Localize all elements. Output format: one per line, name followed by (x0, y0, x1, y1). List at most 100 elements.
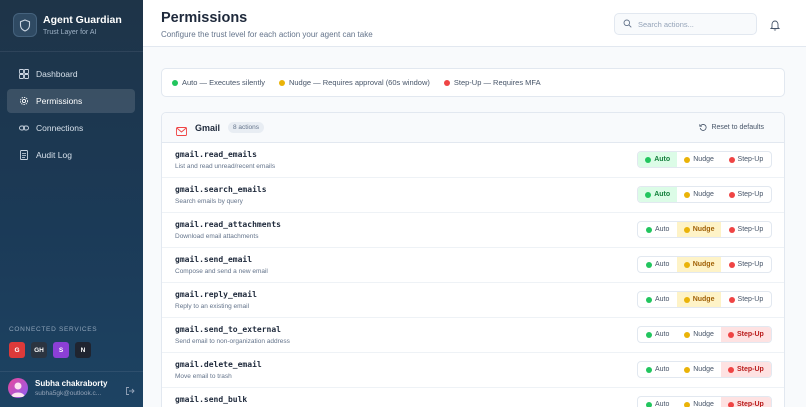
level-step-up-button[interactable]: Step-Up (720, 397, 771, 407)
level-label: Step-Up (737, 191, 764, 198)
sidebar-item-dashboard[interactable]: Dashboard (7, 62, 135, 86)
level-nudge-button[interactable]: Nudge (677, 397, 720, 407)
level-label: Step-Up (737, 261, 764, 268)
service-badge-slack[interactable]: S (53, 342, 69, 358)
level-nudge-button[interactable]: Nudge (677, 292, 721, 307)
yellow-dot-icon (684, 156, 691, 163)
service-badge-notion[interactable]: N (75, 342, 91, 358)
level-step-up-button[interactable]: Step-Up (721, 292, 771, 307)
action-row: gmail.read_emails List and read unread/r… (162, 143, 784, 178)
legend-label: Step-Up — Requires MFA (453, 78, 541, 87)
user-profile: Subha chakraborty subha5gk@outlook.c... (8, 378, 136, 398)
level-auto-button[interactable]: Auto (638, 257, 677, 272)
level-nudge-button[interactable]: Nudge (677, 187, 720, 202)
service-badge-github[interactable]: GH (31, 342, 47, 358)
page-subtitle: Configure the trust level for each actio… (161, 30, 373, 39)
action-name: gmail.reply_email (175, 290, 257, 299)
reset-defaults-button[interactable]: Reset to defaults (699, 123, 764, 131)
yellow-dot-icon (684, 331, 691, 338)
yellow-dot-icon (278, 79, 285, 86)
sidebar-item-audit-log[interactable]: Audit Log (7, 143, 135, 167)
red-dot-icon (728, 296, 735, 303)
legend-label: Auto — Executes silently (182, 78, 265, 87)
level-label: Nudge (693, 366, 714, 373)
level-label: Step-Up (737, 156, 764, 163)
action-name: gmail.read_attachments (175, 220, 281, 229)
level-auto-button[interactable]: Auto (638, 292, 677, 307)
search-input[interactable] (638, 19, 748, 29)
service-title: Gmail (195, 122, 221, 133)
reset-label: Reset to defaults (711, 123, 764, 131)
yellow-dot-icon (683, 226, 690, 233)
red-dot-icon (728, 261, 735, 268)
sidebar-item-label: Permissions (36, 96, 83, 106)
legend-item-step-up: Step-Up — Requires MFA (443, 78, 541, 87)
sidebar: Agent Guardian Trust Layer for AI Dashbo… (0, 0, 143, 407)
level-nudge-button[interactable]: Nudge (677, 362, 720, 377)
level-auto-button[interactable]: Auto (638, 152, 678, 167)
level-step-up-button[interactable]: Step-Up (721, 152, 771, 167)
level-nudge-button[interactable]: Nudge (677, 327, 720, 342)
sidebar-divider (0, 51, 143, 52)
action-name: gmail.send_to_external (175, 325, 281, 334)
yellow-dot-icon (684, 191, 691, 198)
yellow-dot-icon (683, 296, 690, 303)
user-divider (0, 371, 143, 372)
green-dot-icon (646, 331, 652, 338)
mail-icon (176, 123, 187, 136)
level-label: Step-Up (737, 296, 764, 303)
shield-icon (13, 13, 37, 37)
sidebar-item-connections[interactable]: Connections (7, 116, 135, 140)
logout-icon[interactable] (125, 383, 135, 395)
action-name: gmail.send_email (175, 255, 253, 264)
bell-icon[interactable] (769, 18, 781, 31)
level-label: Auto (654, 191, 671, 198)
level-label: Nudge (693, 331, 714, 338)
trust-level-selector: Auto Nudge Step-Up (637, 186, 772, 203)
trust-level-selector: Auto Nudge Step-Up (637, 291, 772, 308)
level-auto-button[interactable]: Auto (638, 362, 677, 377)
legend-item-auto: Auto — Executes silently (172, 78, 265, 87)
level-label: Nudge (692, 261, 715, 268)
level-auto-button[interactable]: Auto (638, 327, 677, 342)
page-header: Permissions Configure the trust level fo… (143, 0, 806, 47)
sidebar-item-permissions[interactable]: Permissions (7, 89, 135, 113)
action-row: gmail.read_attachments Download email at… (162, 213, 784, 248)
level-nudge-button[interactable]: Nudge (677, 222, 721, 237)
level-label: Nudge (692, 226, 715, 233)
brand[interactable]: Agent Guardian Trust Layer for AI (13, 13, 122, 37)
connected-services-title: CONNECTED SERVICES (9, 326, 98, 333)
gear-icon (19, 96, 29, 106)
service-badge-gmail[interactable]: G (9, 342, 25, 358)
level-nudge-button[interactable]: Nudge (677, 152, 720, 167)
level-label: Auto (655, 261, 670, 268)
level-step-up-button[interactable]: Step-Up (721, 257, 771, 272)
level-label: Auto (654, 156, 671, 163)
action-description: Compose and send a new email (175, 268, 268, 275)
action-description: List and read unread/recent emails (175, 163, 276, 170)
action-count-badge: 8 actions (228, 122, 265, 133)
page-title: Permissions (161, 10, 248, 26)
level-step-up-button[interactable]: Step-Up (720, 327, 771, 342)
red-dot-icon (728, 226, 735, 233)
trust-level-selector: Auto Nudge Step-Up (637, 361, 772, 378)
avatar[interactable] (8, 378, 28, 398)
level-label: Nudge (693, 401, 714, 407)
search-box[interactable] (614, 13, 757, 35)
sidebar-item-label: Connections (36, 123, 84, 133)
level-auto-button[interactable]: Auto (638, 222, 677, 237)
level-label: Nudge (692, 296, 715, 303)
level-label: Auto (655, 226, 670, 233)
level-step-up-button[interactable]: Step-Up (720, 362, 771, 377)
level-auto-button[interactable]: Auto (638, 187, 678, 202)
action-name: gmail.send_bulk (175, 395, 248, 404)
level-auto-button[interactable]: Auto (638, 397, 677, 407)
level-nudge-button[interactable]: Nudge (677, 257, 721, 272)
level-step-up-button[interactable]: Step-Up (721, 222, 771, 237)
action-row: gmail.reply_email Reply to an existing e… (162, 283, 784, 318)
sidebar-item-label: Dashboard (36, 69, 78, 79)
level-step-up-button[interactable]: Step-Up (721, 187, 771, 202)
action-description: Download email attachments (175, 233, 259, 240)
green-dot-icon (646, 401, 652, 407)
red-dot-icon (728, 156, 735, 163)
